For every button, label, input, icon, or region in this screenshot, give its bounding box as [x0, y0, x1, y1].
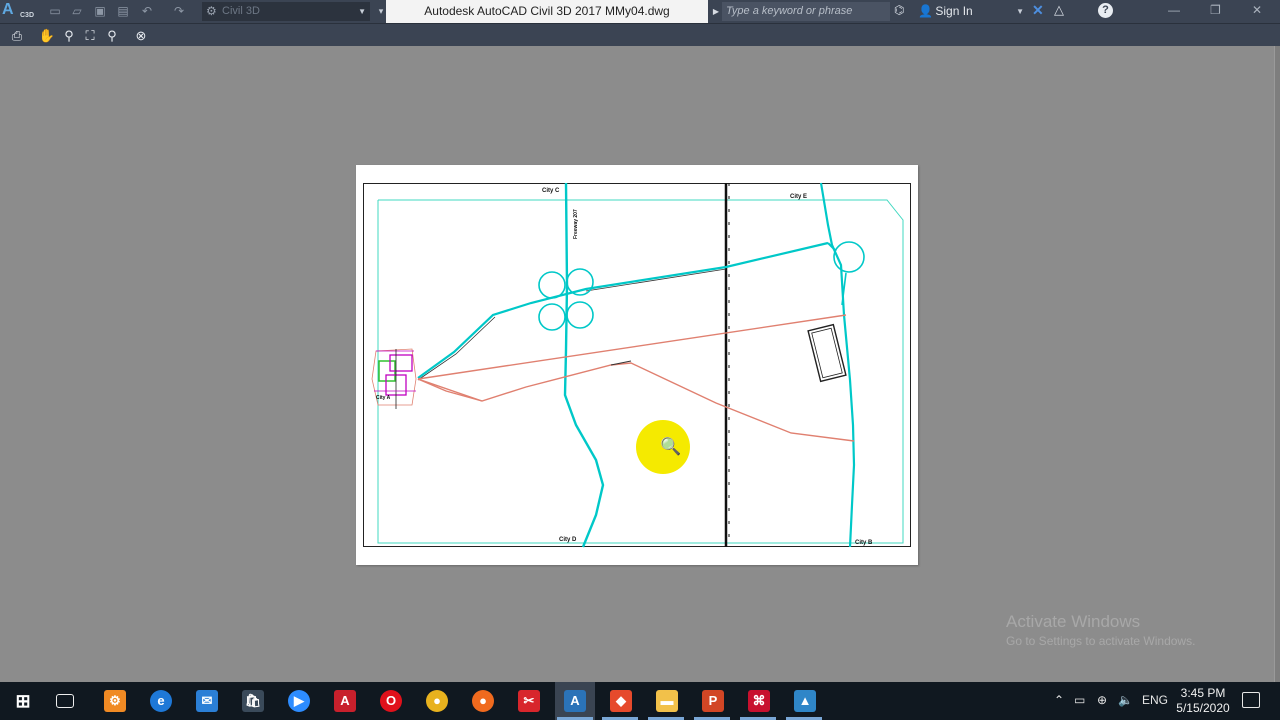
- powerpoint-icon[interactable]: P: [702, 690, 724, 712]
- minimize-icon[interactable]: —: [1168, 3, 1180, 17]
- building: [807, 323, 847, 383]
- label-freeway: Freeway 207: [573, 209, 579, 239]
- clock[interactable]: 3:45 PM 5/15/2020: [1172, 686, 1234, 716]
- zoom-cursor-icon: 🔍: [660, 437, 682, 456]
- zoom-icon[interactable]: ⚲: [60, 27, 78, 44]
- sign-in-button[interactable]: 👤 Sign In ▼: [918, 2, 1028, 21]
- zoom-window-icon[interactable]: ⛶: [81, 27, 99, 44]
- new-icon[interactable]: ▭: [46, 3, 64, 20]
- label-city-bottom-right: City B: [855, 540, 873, 546]
- autocad-icon[interactable]: A: [334, 690, 356, 712]
- chevron-up-icon[interactable]: ⌃: [1054, 693, 1064, 707]
- file-explorer-icon[interactable]: ▬: [656, 690, 678, 712]
- chrome-icon[interactable]: ●: [426, 690, 448, 712]
- photos-icon[interactable]: ▲: [794, 690, 816, 712]
- site-boundary: [377, 199, 904, 544]
- sign-in-label: Sign In: [935, 4, 973, 18]
- close-preview-icon[interactable]: ⊗: [132, 27, 150, 44]
- redo-icon[interactable]: ↷: [170, 3, 188, 20]
- binoculars-icon[interactable]: ⌬: [894, 3, 904, 17]
- restore-icon[interactable]: ❐: [1210, 3, 1221, 17]
- plot-preview-paper: City C City E City D City B City A Freew…: [356, 165, 918, 565]
- print-icon[interactable]: ⎙: [8, 27, 26, 44]
- close-icon[interactable]: ✕: [1252, 3, 1262, 17]
- edge-icon[interactable]: e: [150, 690, 172, 712]
- drawing-canvas[interactable]: City C City E City D City B City A Freew…: [356, 165, 918, 565]
- mail-icon[interactable]: ✉: [196, 690, 218, 712]
- clock-date: 5/15/2020: [1176, 701, 1230, 715]
- battery-icon[interactable]: ▭: [1074, 693, 1085, 707]
- watermark-title: Activate Windows: [1006, 612, 1141, 631]
- pipelines: [417, 314, 855, 442]
- save-icon[interactable]: ▣: [91, 3, 109, 20]
- language-indicator[interactable]: ENG: [1142, 693, 1168, 707]
- civil3d-icon[interactable]: A: [564, 690, 586, 712]
- network-icon[interactable]: ⊕: [1097, 693, 1107, 707]
- search-expand-icon[interactable]: ▶: [710, 2, 722, 21]
- pan-icon[interactable]: ✋: [38, 27, 56, 44]
- workspace-label: Civil 3D: [222, 5, 260, 17]
- undo-icon[interactable]: ↶: [138, 3, 156, 20]
- freeway: [563, 182, 605, 548]
- title-bar: A C3D ▭ ▱ ▣ ▤ ↶ ↷ ⚙ Civil 3D ▼ ▾ Autodesk…: [0, 0, 1280, 23]
- start-icon[interactable]: ⊞: [12, 690, 34, 712]
- activate-windows-watermark: Activate Windows Go to Settings to activ…: [1006, 612, 1195, 648]
- chevron-down-icon: ▼: [358, 7, 366, 16]
- firefox-icon[interactable]: ●: [472, 690, 494, 712]
- zoom-original-icon[interactable]: ⚲: [103, 27, 121, 44]
- user-icon: 👤: [918, 4, 933, 18]
- application-menu-button[interactable]: A C3D: [2, 1, 38, 22]
- watermark-subtitle: Go to Settings to activate Windows.: [1006, 634, 1196, 648]
- vertical-scrollbar[interactable]: [1274, 46, 1280, 682]
- gear-icon: ⚙: [206, 4, 217, 18]
- zoom-icon[interactable]: ▶: [288, 690, 310, 712]
- label-city-top-right: City E: [790, 194, 807, 200]
- snipping-icon[interactable]: ✂: [518, 690, 540, 712]
- plot-preview-toolbar: ⎙ ✋ ⚲ ⛶ ⚲ ⊗: [0, 23, 1280, 46]
- label-city-left: City A: [376, 395, 391, 401]
- highway: [417, 241, 829, 379]
- highway-edge-2: [585, 268, 727, 292]
- window-title: Autodesk AutoCAD Civil 3D 2017 MMy04.dwg: [386, 0, 708, 23]
- app-logo-letter: A: [2, 1, 14, 18]
- label-city-top-left: City C: [542, 188, 560, 194]
- help-icon[interactable]: ?: [1098, 3, 1113, 18]
- app-logo-sub: C3D: [20, 12, 35, 19]
- chevron-down-icon: ▼: [1016, 7, 1024, 16]
- tools-icon[interactable]: ⚙: [104, 690, 126, 712]
- notification-icon[interactable]: [1242, 692, 1260, 708]
- ms-project-icon[interactable]: ◆: [610, 690, 632, 712]
- opera-icon[interactable]: O: [380, 690, 402, 712]
- open-icon[interactable]: ▱: [68, 3, 86, 20]
- exchange-apps-icon[interactable]: ✕: [1032, 2, 1044, 19]
- store-icon[interactable]: 🛍: [242, 690, 264, 712]
- workspace-dropdown[interactable]: ⚙ Civil 3D ▼: [202, 2, 370, 21]
- volume-icon[interactable]: 🔈: [1118, 693, 1133, 707]
- taskbar: ⊞ ⚙ e ✉ 🛍 ▶ A O ● ● ✂ A ◆ ▬ P ⌘ ▲ ⌃ ▭ ⊕ …: [0, 682, 1280, 720]
- label-city-bottom-mid: City D: [559, 537, 577, 543]
- task-view-icon[interactable]: [56, 694, 74, 708]
- autodesk-a360-icon[interactable]: △: [1054, 2, 1064, 18]
- search-input[interactable]: Type a keyword or phrase: [722, 2, 890, 21]
- acrobat-icon[interactable]: ⌘: [748, 690, 770, 712]
- clock-time: 3:45 PM: [1180, 686, 1226, 700]
- plot-icon[interactable]: ▤: [114, 3, 132, 20]
- east-road: [819, 182, 856, 548]
- sheet-border: [363, 183, 911, 547]
- cursor-highlight: 🔍: [636, 420, 690, 474]
